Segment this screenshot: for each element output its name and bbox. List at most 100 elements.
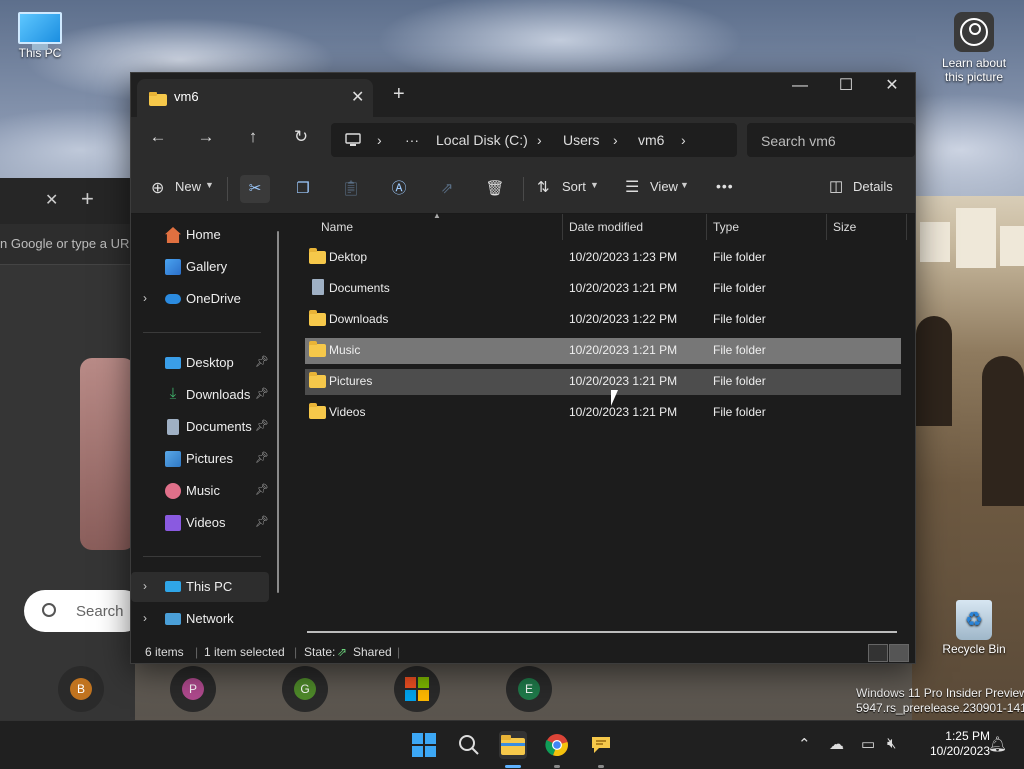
browser-shortcut[interactable]: B [58,666,104,712]
chrome-taskbar-button[interactable] [543,731,571,759]
column-header-type[interactable]: Type [713,220,739,234]
browser-shortcut[interactable]: E [506,666,552,712]
share-icon[interactable]: ⇗ [432,175,462,203]
chevron-right-icon[interactable]: › [613,132,618,148]
minimize-button[interactable]: — [777,73,823,103]
sidebar-item-this-pc[interactable]: › This PC [131,572,269,602]
refresh-icon[interactable]: ↻ [290,127,312,147]
volume-muted-icon[interactable]: 🔇︎ [887,735,896,752]
browser-shortcut[interactable] [394,666,440,712]
column-divider[interactable] [706,214,707,240]
sidebar-item-music[interactable]: Music 📌︎ [131,476,269,506]
cut-icon[interactable]: ✂ [240,175,270,203]
pin-icon[interactable]: 📌︎ [255,451,269,464]
file-row[interactable]: Documents 10/20/2023 1:21 PM File folder [305,276,901,302]
sidebar-item-onedrive[interactable]: › OneDrive [131,284,269,314]
chevron-right-icon[interactable]: › [143,291,147,305]
sidebar-item-home[interactable]: Home [131,220,269,250]
column-header-size[interactable]: Size [833,220,856,234]
delete-icon[interactable]: 🗑︎ [480,175,510,203]
close-tab-icon[interactable]: ✕ [351,87,364,107]
file-row[interactable]: Videos 10/20/2023 1:21 PM File folder [305,400,901,426]
sidebar-item-documents[interactable]: Documents 📌︎ [131,412,269,442]
onedrive-tray-icon[interactable]: ☁ [829,735,844,753]
forward-icon[interactable]: → [195,127,217,147]
browser-address-bar[interactable]: n Google or type a UR [0,224,135,265]
search-button[interactable] [455,731,483,759]
back-icon[interactable]: ← [147,127,169,147]
up-icon[interactable]: ↑ [242,127,264,147]
breadcrumb-item[interactable]: Local Disk (C:) [436,132,528,148]
search-box[interactable] [747,123,923,159]
copy-icon[interactable]: ❐ [288,175,318,203]
sidebar-item-desktop[interactable]: Desktop 📌︎ [131,348,269,378]
desktop-icon-recycle-bin[interactable]: ♻ Recycle Bin [934,600,1014,656]
chevron-right-icon[interactable]: › [537,132,542,148]
details-button[interactable]: Details [853,179,893,194]
browser-doodle-card[interactable] [80,358,135,550]
file-row[interactable]: Dektop 10/20/2023 1:23 PM File folder [305,245,901,271]
new-button[interactable]: New [175,179,201,194]
tiles-view-icon[interactable] [889,644,909,662]
chevron-right-icon[interactable]: › [681,132,686,148]
file-row-selected[interactable]: Music 10/20/2023 1:21 PM File folder [305,338,901,364]
more-breadcrumbs-icon[interactable]: ··· [405,132,419,148]
browser-shortcut[interactable]: P [170,666,216,712]
sidebar-item-pictures[interactable]: Pictures 📌︎ [131,444,269,474]
close-tab-icon[interactable]: ✕ [45,190,58,210]
chevron-right-icon[interactable]: › [377,132,382,148]
pin-icon[interactable]: 📌︎ [255,515,269,528]
browser-window-background[interactable]: ✕ + n Google or type a UR Search [0,178,144,720]
sort-button[interactable]: Sort [562,179,586,194]
chevron-up-icon[interactable]: ⌃ [798,735,811,753]
pin-icon[interactable]: 📌︎ [255,355,269,368]
pin-icon[interactable]: 📌︎ [255,387,269,400]
desktop-icon-learn-about-picture[interactable]: Learn about this picture [934,12,1014,84]
notification-bell-icon[interactable]: 🔔︎ [988,735,1007,753]
details-view-icon[interactable] [868,644,888,662]
file-explorer-taskbar-button[interactable] [499,731,527,759]
file-explorer-window[interactable]: vm6 ✕ + — ☐ ✕ ← → ↑ ↻ › ··· Local Disk (… [130,72,923,664]
title-bar[interactable]: vm6 ✕ + — ☐ ✕ [131,73,915,117]
system-clock[interactable]: 1:25 PM 10/20/2023 [910,729,990,759]
see-more-button[interactable]: ••• [716,178,734,194]
sidebar-item-network[interactable]: › Network [131,604,269,634]
rename-icon[interactable]: Ⓐ [384,175,414,203]
column-divider[interactable] [562,214,563,240]
new-tab-icon[interactable]: + [81,186,94,212]
file-row[interactable]: Downloads 10/20/2023 1:22 PM File folder [305,307,901,333]
file-row-hover[interactable]: Pictures 10/20/2023 1:21 PM File folder [305,369,901,395]
breadcrumb-item[interactable]: Users [563,132,600,148]
browser-search-box[interactable]: Search [24,590,144,632]
column-header-name[interactable]: Name [321,220,353,234]
column-divider[interactable] [826,214,827,240]
chevron-right-icon[interactable]: › [143,611,147,625]
chevron-right-icon[interactable]: › [143,579,147,593]
display-tray-icon[interactable]: ▭ [861,735,875,753]
sidebar-scrollbar[interactable] [277,231,279,593]
horizontal-scrollbar[interactable] [307,631,897,633]
file-date: 10/20/2023 1:21 PM [569,405,678,419]
sidebar-item-videos[interactable]: Videos 📌︎ [131,508,269,538]
chat-taskbar-button[interactable] [587,731,615,759]
start-button[interactable] [410,731,438,759]
breadcrumb[interactable]: › ··· Local Disk (C:) › Users › vm6 › [331,123,737,157]
browser-shortcut[interactable]: G [282,666,328,712]
search-input[interactable] [747,123,923,159]
sidebar-item-label: Desktop [186,355,234,370]
close-button[interactable]: ✕ [869,73,915,103]
view-button[interactable]: View [650,179,678,194]
desktop-icon-this-pc[interactable]: This PC [0,12,80,60]
breadcrumb-item[interactable]: vm6 [638,132,664,148]
new-tab-icon[interactable]: + [393,83,405,106]
column-header-date[interactable]: Date modified [569,220,643,234]
sidebar-item-label: Gallery [186,259,228,274]
sidebar-item-gallery[interactable]: Gallery [131,252,269,282]
column-divider[interactable] [906,214,907,240]
pin-icon[interactable]: 📌︎ [255,419,269,432]
sidebar-item-downloads[interactable]: ⤓ Downloads 📌︎ [131,380,269,410]
pin-icon[interactable]: 📌︎ [255,483,269,496]
tab-vm6[interactable]: vm6 ✕ [137,79,373,117]
maximize-button[interactable]: ☐ [823,73,869,103]
paste-icon[interactable]: 📋︎ [336,175,366,203]
